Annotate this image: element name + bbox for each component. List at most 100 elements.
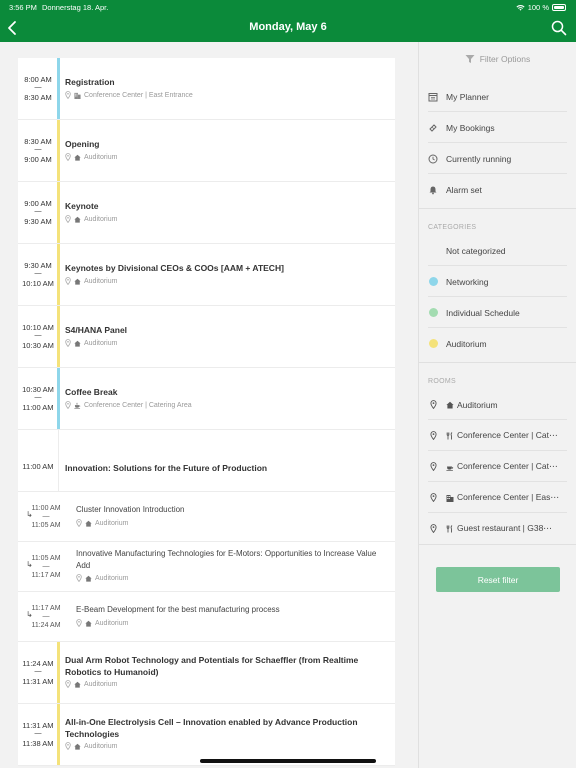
- location-text: Auditorium: [84, 680, 118, 688]
- room-auditorium[interactable]: Auditorium: [419, 389, 576, 420]
- home-indicator[interactable]: [200, 759, 376, 763]
- session-block-row[interactable]: 11:00 AM Innovation: Solutions for the F…: [18, 430, 395, 492]
- session-row[interactable]: 10:30 AM — 11:00 AM Coffee Break Confere…: [18, 368, 395, 430]
- room-conference-catering-2[interactable]: Conference Center | Cat⋯: [419, 451, 576, 482]
- location-pin-icon: [65, 277, 71, 285]
- category-bar: [57, 368, 60, 429]
- session-row[interactable]: 9:30 AM — 10:10 AM Keynotes by Divisiona…: [18, 244, 395, 306]
- sub-session-location: Auditorium: [76, 519, 128, 527]
- filter-header: Filter Options: [419, 54, 576, 64]
- coffee-icon: [74, 402, 81, 409]
- time-dash: —: [34, 146, 42, 153]
- menu-label: Alarm set: [446, 184, 482, 195]
- location-text: Auditorium: [95, 619, 129, 627]
- start-time: 11:00 AM: [22, 462, 54, 471]
- end-time: 8:30 AM: [24, 93, 52, 102]
- location-pin-icon: [428, 524, 438, 534]
- battery-percent: 100 %: [527, 3, 549, 12]
- location-pin-icon: [65, 153, 71, 161]
- location-text: Auditorium: [84, 339, 118, 347]
- ticket-icon: [428, 123, 438, 133]
- session-row[interactable]: 9:00 AM — 9:30 AM Keynote Auditorium: [18, 182, 395, 244]
- menu-currently-running[interactable]: Currently running: [419, 143, 576, 174]
- category-dot: [428, 277, 438, 287]
- session-title: Keynotes by Divisional CEOs & COOs [AAM …: [65, 263, 284, 273]
- session-location: Auditorium: [65, 277, 117, 285]
- categories-heading: CATEGORIES: [428, 224, 477, 231]
- filter-funnel-icon: [465, 55, 475, 63]
- session-row[interactable]: 11:31 AM — 11:38 AM All-in-One Electroly…: [18, 704, 395, 766]
- sub-session-row[interactable]: 11:00 AM — 11:05 AM ↳ Cluster Innovation…: [18, 492, 395, 542]
- time-dash: —: [34, 332, 42, 339]
- session-times: 11:00 AM: [18, 430, 58, 491]
- home-icon: [85, 520, 92, 527]
- home-icon: [74, 340, 81, 347]
- sub-session-location: Auditorium: [76, 574, 128, 582]
- room-guest-restaurant[interactable]: Guest restaurant | G38⋯: [419, 513, 576, 544]
- location-pin-icon: [65, 91, 71, 99]
- category-not-categorized[interactable]: Not categorized: [419, 235, 576, 266]
- location-text: Conference Center | Catering Area: [84, 401, 192, 409]
- sub-arrow-icon: ↳: [26, 560, 33, 569]
- session-location: Auditorium: [65, 339, 117, 347]
- sub-session-row[interactable]: 11:17 AM — 11:24 AM ↳ E-Beam Development…: [18, 592, 395, 642]
- session-title: Keynote: [65, 201, 99, 211]
- category-bar: [57, 244, 60, 305]
- start-time: 11:24 AM: [22, 659, 54, 668]
- building-icon: [74, 92, 81, 99]
- location-text: Auditorium: [95, 519, 129, 527]
- session-times: 10:10 AM — 10:30 AM: [18, 306, 58, 367]
- room-conference-east[interactable]: Conference Center | Eas⋯: [419, 482, 576, 513]
- time-dash: —: [34, 208, 42, 215]
- menu-my-planner[interactable]: My Planner: [419, 81, 576, 112]
- status-right: 100 %: [516, 3, 566, 12]
- row-divider: [58, 430, 59, 491]
- location-text: Auditorium: [84, 153, 118, 161]
- sub-session-row[interactable]: 11:05 AM — 11:17 AM ↳ Innovative Manufac…: [18, 542, 395, 592]
- room-label: Conference Center | Cat⋯: [457, 430, 558, 440]
- location-pin-icon: [65, 680, 71, 688]
- menu-my-bookings[interactable]: My Bookings: [419, 112, 576, 143]
- session-title: Coffee Break: [65, 387, 118, 397]
- sub-session-title: E-Beam Development for the best manufact…: [76, 605, 280, 614]
- session-title: Dual Arm Robot Technology and Potentials…: [65, 655, 359, 677]
- cutlery-icon: [446, 431, 453, 439]
- session-title: All-in-One Electrolysis Cell – Innovatio…: [65, 717, 358, 739]
- home-icon: [74, 216, 81, 223]
- search-icon[interactable]: [551, 20, 567, 36]
- start-time: 8:30 AM: [24, 137, 52, 146]
- filter-title: Filter Options: [479, 54, 531, 64]
- location-text: Auditorium: [95, 574, 129, 582]
- location-pin-icon: [76, 574, 82, 582]
- session-times: 9:30 AM — 10:10 AM: [18, 244, 58, 305]
- category-dot: [428, 308, 438, 318]
- room-conference-catering-1[interactable]: Conference Center | Cat⋯: [419, 420, 576, 451]
- sub-arrow-icon: ↳: [26, 610, 33, 619]
- category-label: Networking: [446, 276, 489, 287]
- category-individual-schedule[interactable]: Individual Schedule: [419, 297, 576, 328]
- time-dash: —: [34, 668, 42, 675]
- start-time: 11:31 AM: [22, 721, 54, 730]
- menu-alarm-set[interactable]: Alarm set: [419, 174, 576, 205]
- time-dash: —: [34, 84, 42, 91]
- menu-label: My Bookings: [446, 122, 495, 133]
- location-pin-icon: [428, 462, 438, 472]
- agenda-list-area[interactable]: 8:00 AM — 8:30 AM Registration Conferenc…: [0, 42, 418, 768]
- sub-session-title: Cluster Innovation Introduction: [76, 505, 185, 514]
- alarm-bell-icon: [428, 185, 438, 195]
- category-bar: [57, 306, 60, 367]
- session-row[interactable]: 11:24 AM — 11:31 AM Dual Arm Robot Techn…: [18, 642, 395, 704]
- status-date: Donnerstag 18. Apr.: [42, 3, 109, 12]
- room-label: Conference Center | Eas⋯: [457, 492, 559, 502]
- category-label: Auditorium: [446, 338, 487, 349]
- session-row[interactable]: 8:30 AM — 9:00 AM Opening Auditorium: [18, 120, 395, 182]
- category-networking[interactable]: Networking: [419, 266, 576, 297]
- location-text: Auditorium: [84, 742, 118, 750]
- reset-filter-button[interactable]: Reset filter: [436, 567, 560, 592]
- session-times: 11:31 AM — 11:38 AM: [18, 704, 58, 765]
- home-icon: [74, 681, 81, 688]
- agenda-list: 8:00 AM — 8:30 AM Registration Conferenc…: [18, 58, 395, 766]
- session-row[interactable]: 8:00 AM — 8:30 AM Registration Conferenc…: [18, 58, 395, 120]
- session-row[interactable]: 10:10 AM — 10:30 AM S4/HANA Panel Audito…: [18, 306, 395, 368]
- category-auditorium[interactable]: Auditorium: [419, 328, 576, 359]
